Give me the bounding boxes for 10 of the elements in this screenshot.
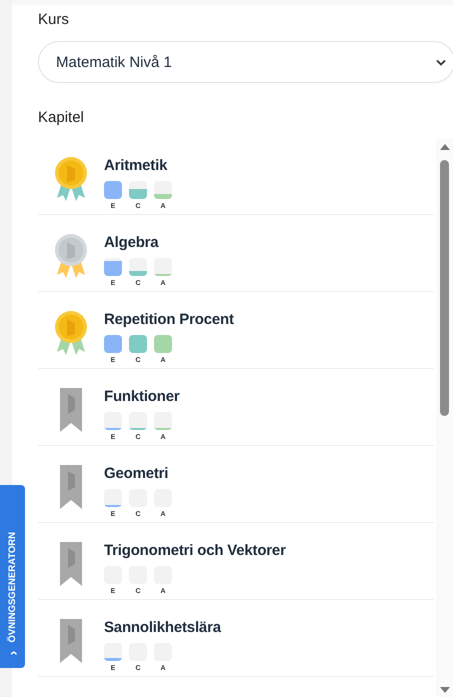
chapter-title: Algebra — [104, 234, 158, 251]
chapter-title: Repetition Procent — [104, 311, 234, 328]
chapter-title: Funktioner — [104, 388, 180, 405]
chapter-title: Geometri — [104, 465, 168, 482]
chapter-title: Aritmetik — [104, 157, 168, 174]
field-label: Kurs — [38, 11, 69, 28]
section-label: Kapitel — [38, 109, 84, 126]
chapter-title: Sannolikhetslära — [104, 619, 221, 636]
chapter-title: Trigonometri och Vektorer — [104, 542, 286, 559]
chevron-icon: › — [6, 650, 20, 656]
